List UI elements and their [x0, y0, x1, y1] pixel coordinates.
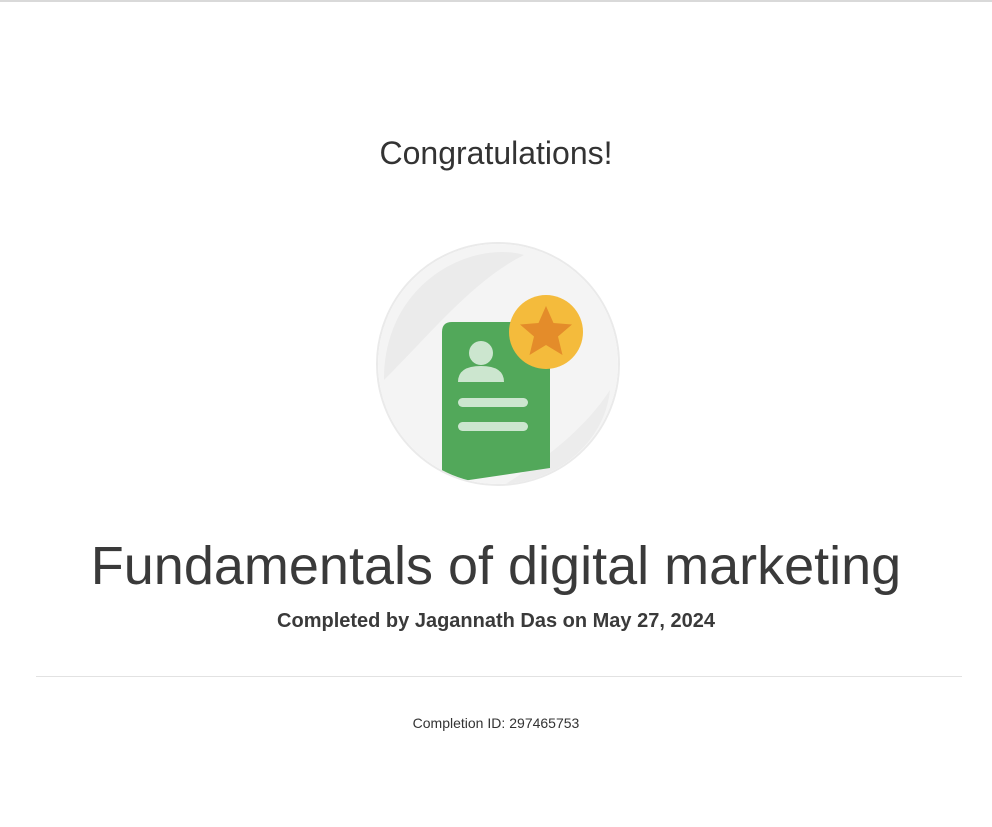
certificate-badge	[374, 240, 622, 488]
completion-id-label: Completion ID:	[412, 715, 506, 731]
congratulations-heading: Congratulations!	[379, 135, 613, 171]
certificate-star-icon	[376, 242, 620, 486]
completion-id-value: 297465753	[509, 715, 580, 731]
course-title: Fundamentals of digital marketing	[90, 536, 902, 596]
certificate-page: Congratulations! Fundamentals of digital…	[0, 0, 992, 827]
completed-by-text: Completed by Jagannath Das on May 27, 20…	[277, 610, 715, 632]
divider	[36, 676, 962, 677]
completion-id: Completion ID: 297465753	[0, 713, 992, 733]
